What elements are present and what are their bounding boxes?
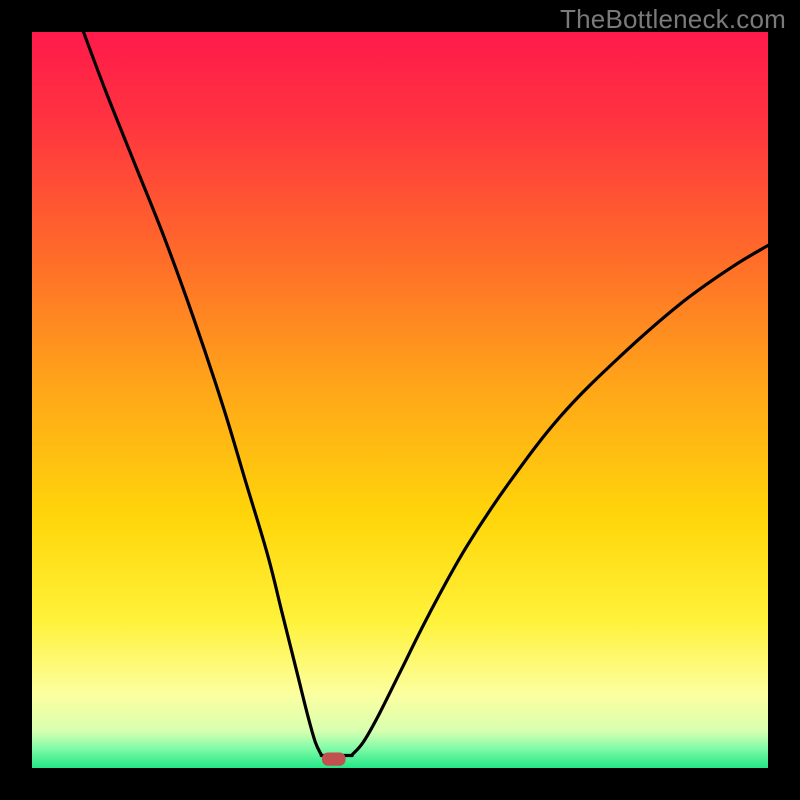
optimal-marker bbox=[322, 753, 346, 766]
bottleneck-chart bbox=[32, 32, 768, 768]
watermark-text: TheBottleneck.com bbox=[560, 4, 786, 35]
gradient-background bbox=[32, 32, 768, 768]
chart-frame: TheBottleneck.com bbox=[0, 0, 800, 800]
